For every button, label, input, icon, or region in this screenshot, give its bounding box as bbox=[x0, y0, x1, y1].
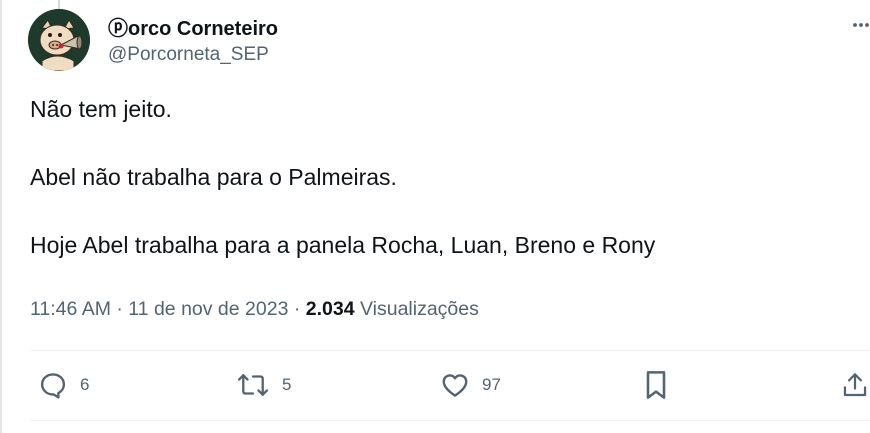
retweet-button[interactable]: 5 bbox=[236, 368, 291, 402]
more-options-button[interactable] bbox=[848, 14, 870, 36]
divider-bottom bbox=[30, 420, 870, 421]
reply-button[interactable]: 6 bbox=[38, 368, 89, 402]
retweet-icon bbox=[237, 374, 269, 396]
tweet-time[interactable]: 11:46 AM bbox=[30, 298, 111, 320]
more-icon bbox=[853, 23, 869, 27]
share-icon bbox=[843, 373, 867, 397]
meta-separator: · bbox=[288, 298, 306, 320]
tweet-text: Não tem jeito. Abel não trabalha para o … bbox=[30, 92, 850, 262]
tweet-line: Abel não trabalha para o Palmeiras. bbox=[30, 164, 397, 190]
tweet-card: ⓟorco Corneteiro @Porcorneta_SEP Não tem… bbox=[0, 0, 870, 433]
like-button[interactable]: 97 bbox=[440, 368, 501, 402]
like-icon bbox=[442, 374, 468, 397]
like-count: 97 bbox=[482, 375, 501, 394]
avatar[interactable] bbox=[28, 9, 90, 71]
share-button[interactable] bbox=[842, 368, 868, 402]
retweet-count: 5 bbox=[282, 375, 292, 394]
bookmark-icon bbox=[646, 371, 666, 399]
tweet-date[interactable]: 11 de nov de 2023 bbox=[128, 298, 288, 320]
views-count: 2.034 bbox=[305, 298, 355, 320]
timeline-border bbox=[0, 0, 2, 433]
divider-top bbox=[30, 350, 870, 351]
reply-count: 6 bbox=[80, 375, 90, 394]
meta-separator: · bbox=[110, 298, 129, 320]
tweet-line: Não tem jeito. bbox=[30, 96, 172, 122]
reply-icon bbox=[40, 373, 66, 399]
author-display-name[interactable]: ⓟorco Corneteiro bbox=[108, 12, 278, 41]
views-label: Visualizações bbox=[360, 298, 479, 320]
author-handle[interactable]: @Porcorneta_SEP bbox=[108, 44, 269, 66]
bookmark-button[interactable] bbox=[642, 368, 670, 402]
avatar-pig-icon bbox=[28, 9, 90, 71]
tweet-line: Hoje Abel trabalha para a panela Rocha, … bbox=[30, 232, 656, 258]
tweet-meta: 11:46 AM · 11 de nov de 2023 · 2.034 Vis… bbox=[30, 298, 479, 321]
